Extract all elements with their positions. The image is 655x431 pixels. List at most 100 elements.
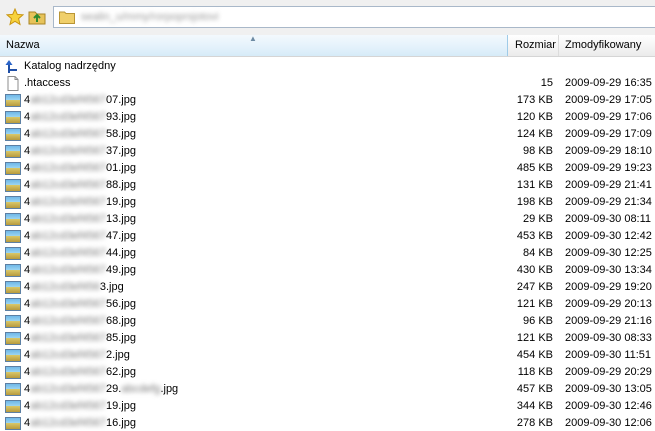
- file-name-suffix: 16.jpg: [105, 417, 136, 429]
- image-icon: [5, 297, 21, 312]
- file-name-suffix: 49.jpg: [105, 264, 136, 276]
- image-icon: [5, 246, 21, 261]
- redacted-text: ab12cd3ef4567: [30, 400, 106, 412]
- file-name: 4ab12cd3ef456762.jpg: [24, 364, 136, 381]
- star-icon: [6, 8, 24, 26]
- file-name-suffix: 44.jpg: [105, 247, 136, 259]
- file-row[interactable]: 4ab12cd3ef456729.abcdefg.jpg 457 KB 2009-0…: [0, 381, 655, 398]
- file-size: 485 KB: [516, 162, 553, 174]
- image-icon: [5, 314, 21, 329]
- file-modified: 2009-09-30 12:25: [565, 247, 652, 259]
- file-name: 4ab12cd3ef456785.jpg: [24, 330, 136, 347]
- file-row[interactable]: 4ab12cd3ef456701.jpg 485 KB 2009-09-29 19:…: [0, 160, 655, 177]
- file-name-suffix: 01.jpg: [105, 162, 136, 174]
- file-name-suffix: 85.jpg: [105, 332, 136, 344]
- file-name-suffix: 19.jpg: [105, 196, 136, 208]
- file-name-suffix: 62.jpg: [105, 366, 136, 378]
- file-name: 4ab12cd3ef45672.jpg: [24, 347, 130, 364]
- file-size: 198 KB: [516, 196, 553, 208]
- parent-directory-row[interactable]: Katalog nadrzędny: [0, 58, 655, 75]
- file-name-suffix: 07.jpg: [105, 94, 136, 106]
- up-folder-button[interactable]: [27, 7, 47, 27]
- file-browser-window: sealin_u/mmy/rorpoprsjotovi ▲ Nazwa Rozm…: [0, 0, 655, 431]
- file-row[interactable]: 4ab12cd3ef456758.jpg 124 KB 2009-09-29 17:…: [0, 126, 655, 143]
- image-icon: [5, 348, 21, 363]
- file-row[interactable]: 4ab12cd3ef456737.jpg 98 KB 2009-09-29 18:1…: [0, 143, 655, 160]
- file-name: 4ab12cd3ef456756.jpg: [24, 296, 136, 313]
- file-row[interactable]: 4ab12cd3ef456762.jpg 118 KB 2009-09-29 20:…: [0, 364, 655, 381]
- column-modified-label: Zmodyfikowany: [565, 39, 642, 51]
- file-size: 278 KB: [516, 417, 553, 429]
- file-name: 4ab12cd3ef4563.jpg: [24, 279, 124, 296]
- file-name-suffix: 29.: [105, 383, 122, 395]
- file-row[interactable]: 4ab12cd3ef456768.jpg 96 KB 2009-09-29 21:1…: [0, 313, 655, 330]
- file-row[interactable]: 4ab12cd3ef456788.jpg 131 KB 2009-09-29 21:…: [0, 177, 655, 194]
- redacted-text: ab12cd3ef4567: [30, 196, 106, 208]
- image-icon: [5, 195, 21, 210]
- redacted-text: ab12cd3ef4567: [30, 366, 106, 378]
- file-size: 121 KB: [516, 298, 553, 310]
- column-name-header[interactable]: ▲ Nazwa: [0, 35, 508, 56]
- file-modified: 2009-09-30 13:34: [565, 264, 652, 276]
- image-icon: [5, 161, 21, 176]
- folder-up-icon: [28, 11, 46, 25]
- file-modified: 2009-09-29 17:05: [565, 94, 652, 106]
- file-row[interactable]: 4ab12cd3ef456707.jpg 173 KB 2009-09-29 17:…: [0, 92, 655, 109]
- redacted-text: ab12cd3ef4567: [30, 264, 106, 276]
- file-size: 120 KB: [516, 111, 553, 123]
- file-modified: 2009-09-29 19:20: [565, 281, 652, 293]
- redacted-text: ab12cd3ef4567: [30, 162, 106, 174]
- column-modified-header[interactable]: Zmodyfikowany: [559, 35, 655, 56]
- file-modified: 2009-09-30 12:06: [565, 417, 652, 429]
- file-row[interactable]: .htaccess 15 2009-09-29 16:35: [0, 75, 655, 92]
- file-size: 84 KB: [523, 247, 553, 259]
- file-row[interactable]: 4ab12cd3ef456744.jpg 84 KB 2009-09-30 12:2…: [0, 245, 655, 262]
- image-icon: [5, 127, 21, 142]
- file-name-suffix: 2.jpg: [105, 349, 130, 361]
- file-row[interactable]: 4ab12cd3ef456713.jpg 29 KB 2009-09-30 08:1…: [0, 211, 655, 228]
- file-size: 121 KB: [516, 332, 553, 344]
- file-name-suffix: 47.jpg: [105, 230, 136, 242]
- file-row[interactable]: 4ab12cd3ef45672.jpg 454 KB 2009-09-30 11:5…: [0, 347, 655, 364]
- file-row[interactable]: 4ab12cd3ef456785.jpg 121 KB 2009-09-30 08:…: [0, 330, 655, 347]
- file-row[interactable]: 4ab12cd3ef456719.jpg 344 KB 2009-09-30 12:…: [0, 398, 655, 415]
- file-name: 4ab12cd3ef456737.jpg: [24, 143, 136, 160]
- redacted-text: ab12cd3ef4567: [30, 128, 106, 140]
- file-name: 4ab12cd3ef456793.jpg: [24, 109, 136, 126]
- column-size-header[interactable]: Rozmiar: [508, 35, 559, 56]
- folder-icon: [59, 11, 75, 24]
- file-row[interactable]: 4ab12cd3ef456747.jpg 453 KB 2009-09-30 12:…: [0, 228, 655, 245]
- file-row[interactable]: 4ab12cd3ef456749.jpg 430 KB 2009-09-30 13:…: [0, 262, 655, 279]
- redacted-text: ab12cd3ef4567: [30, 315, 106, 327]
- file-name: 4ab12cd3ef456747.jpg: [24, 228, 136, 245]
- file-name-suffix: 19.jpg: [105, 400, 136, 412]
- file-row[interactable]: 4ab12cd3ef4563.jpg 247 KB 2009-09-29 19:20: [0, 279, 655, 296]
- file-name: 4ab12cd3ef456744.jpg: [24, 245, 136, 262]
- file-row[interactable]: 4ab12cd3ef456756.jpg 121 KB 2009-09-29 20:…: [0, 296, 655, 313]
- image-icon: [5, 212, 21, 227]
- file-name-extension: .jpg: [160, 383, 179, 395]
- path-input[interactable]: sealin_u/mmy/rorpoprsjotovi: [53, 6, 655, 28]
- file-name: 4ab12cd3ef456713.jpg: [24, 211, 136, 228]
- file-name-suffix: 3.jpg: [99, 281, 124, 293]
- file-modified: 2009-09-29 20:29: [565, 366, 652, 378]
- file-size: 96 KB: [523, 315, 553, 327]
- column-name-label: Nazwa: [6, 39, 40, 51]
- redacted-text: ab12cd3ef4567: [30, 298, 106, 310]
- file-name: 4ab12cd3ef456719.jpg: [24, 398, 136, 415]
- file-modified: 2009-09-29 21:41: [565, 179, 652, 191]
- image-icon: [5, 280, 21, 295]
- file-name-suffix: 68.jpg: [105, 315, 136, 327]
- file-row[interactable]: 4ab12cd3ef456716.jpg 278 KB 2009-09-30 12:…: [0, 415, 655, 431]
- file-modified: 2009-09-29 16:35: [565, 77, 652, 89]
- favorites-button[interactable]: [5, 7, 25, 27]
- file-name: 4ab12cd3ef456707.jpg: [24, 92, 136, 109]
- file-row[interactable]: 4ab12cd3ef456719.jpg 198 KB 2009-09-29 21:…: [0, 194, 655, 211]
- file-row[interactable]: 4ab12cd3ef456793.jpg 120 KB 2009-09-29 17:…: [0, 109, 655, 126]
- file-name: 4ab12cd3ef456788.jpg: [24, 177, 136, 194]
- column-size-label: Rozmiar: [515, 39, 556, 51]
- file-size: 173 KB: [516, 94, 553, 106]
- file-size: 457 KB: [516, 383, 553, 395]
- file-size: 98 KB: [523, 145, 553, 157]
- file-size: 15: [540, 77, 553, 89]
